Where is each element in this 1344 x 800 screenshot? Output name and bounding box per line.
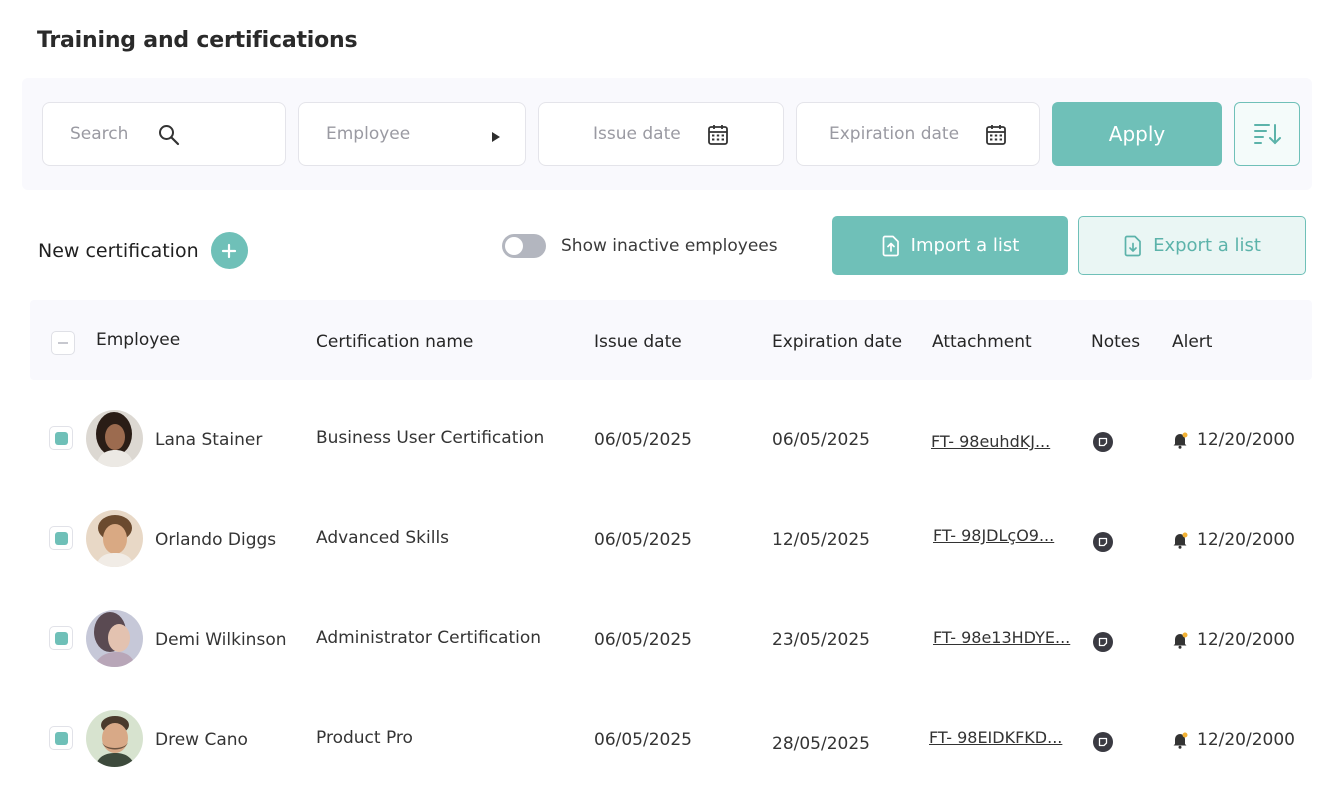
certification-name: Administrator Certification xyxy=(316,628,542,648)
note-icon[interactable] xyxy=(1093,632,1113,652)
note-icon[interactable] xyxy=(1093,732,1113,752)
calendar-icon xyxy=(707,123,729,152)
row-checkbox[interactable] xyxy=(49,426,73,450)
caret-right-icon xyxy=(491,128,501,148)
alert-cell[interactable]: 12/20/2000 xyxy=(1171,530,1295,550)
header-attachment[interactable]: Attachment xyxy=(932,332,1032,352)
row-checkbox[interactable] xyxy=(49,726,73,750)
bell-icon xyxy=(1173,432,1188,449)
row-checkbox[interactable] xyxy=(49,526,73,550)
attachment-link[interactable]: FT- 98JDLçO9... xyxy=(933,526,1054,545)
show-inactive-toggle-group: Show inactive employees xyxy=(502,234,778,258)
header-alert[interactable]: Alert xyxy=(1172,332,1212,352)
bell-icon xyxy=(1173,632,1188,649)
alert-date: 12/20/2000 xyxy=(1197,430,1295,450)
table-header: Employee Certification name Issue date E… xyxy=(30,300,1312,380)
issue-date-placeholder: Issue date xyxy=(593,124,681,144)
header-employee[interactable]: Employee xyxy=(96,330,180,350)
employee-name: Orlando Diggs xyxy=(155,530,277,550)
certification-name: Business User Certification xyxy=(316,428,545,448)
issue-date: 06/05/2025 xyxy=(594,630,692,650)
add-certification-button[interactable] xyxy=(210,232,248,269)
filter-panel: Search Employee Issue date Expiration da… xyxy=(22,78,1312,190)
expiration-date: 28/05/2025 xyxy=(772,734,870,754)
issue-date: 06/05/2025 xyxy=(594,730,692,750)
show-inactive-toggle[interactable] xyxy=(502,234,546,258)
export-list-label: Export a list xyxy=(1153,235,1261,256)
search-input[interactable]: Search xyxy=(42,102,286,166)
alert-cell[interactable]: 12/20/2000 xyxy=(1171,630,1295,650)
table-row[interactable]: Drew Cano Product Pro 06/05/2025 28/05/2… xyxy=(30,690,1312,790)
import-list-label: Import a list xyxy=(910,235,1020,256)
employee-name: Demi Wilkinson xyxy=(155,630,287,650)
show-inactive-label: Show inactive employees xyxy=(561,236,778,256)
issue-date: 06/05/2025 xyxy=(594,530,692,550)
header-expiration-date[interactable]: Expiration date xyxy=(772,332,902,352)
avatar xyxy=(86,410,143,467)
toggle-knob xyxy=(505,237,523,255)
sort-button[interactable] xyxy=(1234,102,1300,166)
attachment-link[interactable]: FT- 98euhdKJ... xyxy=(931,432,1050,451)
import-list-button[interactable]: Import a list xyxy=(832,216,1068,275)
plus-icon xyxy=(222,243,237,258)
export-list-button[interactable]: Export a list xyxy=(1078,216,1306,275)
bell-icon xyxy=(1173,732,1188,749)
alert-cell[interactable]: 12/20/2000 xyxy=(1171,430,1295,450)
new-certification[interactable]: New certification xyxy=(38,232,248,269)
certification-name: Advanced Skills xyxy=(316,528,450,548)
table-row[interactable]: Orlando Diggs Advanced Skills 06/05/2025… xyxy=(30,490,1312,590)
header-certification-name[interactable]: Certification name xyxy=(316,332,473,352)
issue-date-picker[interactable]: Issue date xyxy=(538,102,784,166)
file-download-icon xyxy=(1124,235,1141,256)
alert-date: 12/20/2000 xyxy=(1197,530,1295,550)
employee-select[interactable]: Employee xyxy=(298,102,526,166)
expiration-date-picker[interactable]: Expiration date xyxy=(796,102,1040,166)
search-placeholder: Search xyxy=(70,124,129,144)
new-certification-label: New certification xyxy=(38,239,199,262)
alert-cell[interactable]: 12/20/2000 xyxy=(1171,730,1295,750)
expiration-date: 06/05/2025 xyxy=(772,430,870,450)
attachment-link[interactable]: FT- 98e13HDYE... xyxy=(933,628,1070,647)
note-icon[interactable] xyxy=(1093,432,1113,452)
issue-date: 06/05/2025 xyxy=(594,430,692,450)
avatar xyxy=(86,610,143,667)
expiration-date-placeholder: Expiration date xyxy=(829,124,960,144)
header-notes[interactable]: Notes xyxy=(1091,332,1140,352)
expiration-date: 12/05/2025 xyxy=(772,530,870,550)
table-row[interactable]: Demi Wilkinson Administrator Certificati… xyxy=(30,590,1312,690)
sort-icon xyxy=(1254,124,1281,145)
employee-name: Drew Cano xyxy=(155,730,248,750)
file-upload-icon xyxy=(882,235,899,256)
apply-button[interactable]: Apply xyxy=(1052,102,1222,166)
calendar-icon xyxy=(985,123,1007,152)
certification-name: Product Pro xyxy=(316,728,413,748)
employee-placeholder: Employee xyxy=(326,124,411,144)
avatar xyxy=(86,510,143,567)
bell-icon xyxy=(1173,532,1188,549)
employee-name: Lana Stainer xyxy=(155,430,263,450)
expiration-date: 23/05/2025 xyxy=(772,630,870,650)
table-row[interactable]: Lana Stainer Business User Certification… xyxy=(30,390,1312,490)
header-issue-date[interactable]: Issue date xyxy=(594,332,682,352)
search-icon xyxy=(157,123,181,152)
select-all-checkbox[interactable] xyxy=(51,331,75,355)
note-icon[interactable] xyxy=(1093,532,1113,552)
page-title: Training and certifications xyxy=(37,28,358,53)
alert-date: 12/20/2000 xyxy=(1197,630,1295,650)
attachment-link[interactable]: FT- 98EIDKFKD... xyxy=(929,728,1062,747)
avatar xyxy=(86,710,143,767)
alert-date: 12/20/2000 xyxy=(1197,730,1295,750)
row-checkbox[interactable] xyxy=(49,626,73,650)
